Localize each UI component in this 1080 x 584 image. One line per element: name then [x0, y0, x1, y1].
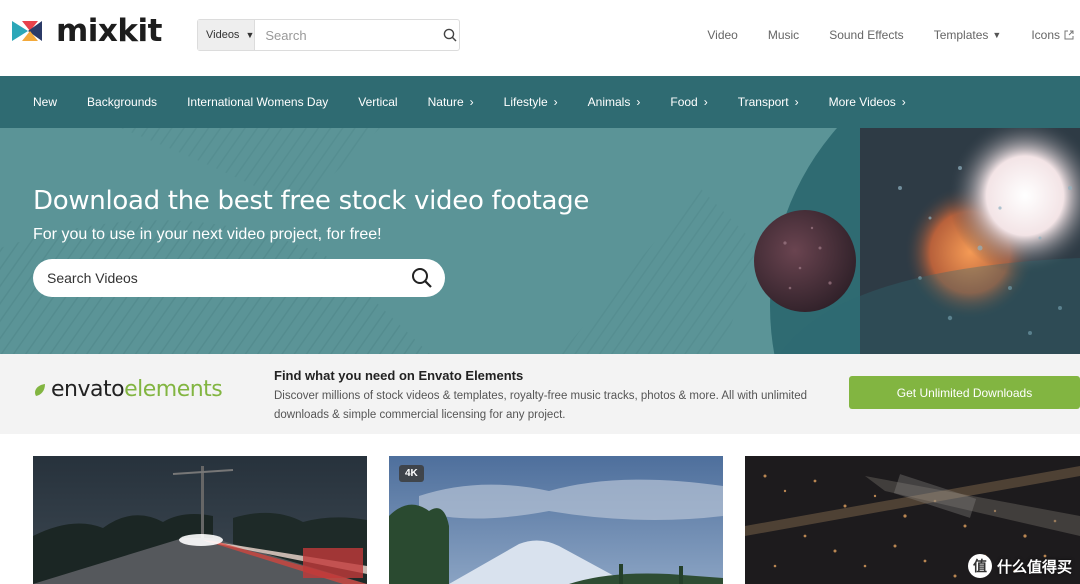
search-category-label: Videos [206, 29, 240, 41]
mixkit-logo[interactable]: mixkit [12, 13, 162, 49]
category-label: Animals [587, 95, 631, 109]
category-nature[interactable]: Nature › [428, 95, 474, 109]
envato-heading: Find what you need on Envato Elements [274, 368, 524, 383]
envato-promo: envato elements Find what you need on Env… [0, 354, 1080, 434]
category-lifestyle[interactable]: Lifestyle › [504, 95, 558, 109]
watermark-text: 什么值得买 [996, 558, 1072, 576]
category-label: Food [670, 95, 698, 109]
chevron-right-icon: › [703, 95, 708, 109]
category-label: Lifestyle [503, 95, 548, 109]
category-animals[interactable]: Animals › [588, 95, 641, 109]
envato-leaf-icon [35, 383, 45, 396]
logo-mark-icon [12, 21, 42, 41]
video-grid: 4K 值 什么值得买 [0, 434, 1080, 584]
envato-logo-part1: envato [51, 377, 125, 402]
topnav-label: Video [707, 28, 738, 42]
external-link-icon [1064, 30, 1074, 40]
hero-title: Download the best free stock video foota… [33, 186, 590, 216]
category-more-videos[interactable]: More Videos › [829, 95, 906, 109]
hero-subtitle: For you to use in your next video projec… [33, 226, 382, 243]
get-unlimited-downloads-button[interactable]: Get Unlimited Downloads [849, 376, 1080, 409]
topnav-music[interactable]: Music [768, 28, 799, 42]
search-input[interactable] [255, 20, 442, 50]
category-label: Nature [427, 95, 464, 109]
hero-banner: Download the best free stock video foota… [0, 128, 1080, 354]
category-vertical[interactable]: Vertical [358, 95, 397, 109]
site-header: mixkit Videos ▼ Video Music Sound Effect… [0, 0, 1080, 76]
topnav-sound-effects[interactable]: Sound Effects [829, 28, 904, 42]
category-nav: New Backgrounds International Womens Day… [0, 76, 1080, 128]
4k-badge: 4K [399, 465, 424, 482]
category-international-womens-day[interactable]: International Womens Day [187, 95, 328, 109]
topnav-icons[interactable]: Icons [1031, 28, 1074, 42]
logo-text: mixkit [56, 13, 162, 49]
topnav-templates[interactable]: Templates ▼ [934, 28, 1002, 42]
category-label: Transport [737, 95, 789, 109]
category-label: More Videos [828, 95, 896, 109]
topnav-label: Icons [1031, 28, 1060, 42]
chevron-right-icon: › [901, 95, 906, 109]
envato-logo-part2: elements [124, 377, 223, 402]
video-card[interactable]: 4K [389, 456, 723, 584]
chevron-right-icon: › [636, 95, 641, 109]
envato-description: Discover millions of stock videos & temp… [274, 390, 808, 421]
topnav-video[interactable]: Video [707, 28, 737, 42]
search-icon [443, 28, 457, 42]
search-category-select[interactable]: Videos ▼ [198, 20, 256, 50]
caret-down-icon: ▼ [992, 30, 1002, 40]
chevron-right-icon: › [794, 95, 799, 109]
video-thumbnail [389, 456, 723, 584]
header-search: Videos ▼ [197, 19, 460, 51]
search-icon[interactable] [411, 267, 433, 289]
category-label: International Womens Day [187, 95, 329, 109]
category-label: New [33, 95, 58, 109]
envato-elements-logo[interactable]: envato elements [33, 377, 223, 402]
video-thumbnail [33, 456, 367, 584]
category-label: Vertical [358, 95, 398, 109]
category-new[interactable]: New [33, 95, 57, 109]
watermark-logo-icon: 值 [967, 554, 992, 578]
topnav-label: Sound Effects [829, 28, 904, 42]
hero-search-input[interactable] [47, 270, 411, 286]
video-card[interactable] [33, 456, 367, 584]
category-food[interactable]: Food › [670, 95, 707, 109]
chevron-right-icon: › [469, 95, 474, 109]
video-card[interactable]: 值 什么值得买 [745, 456, 1080, 584]
topnav-label: Music [767, 28, 800, 42]
category-backgrounds[interactable]: Backgrounds [87, 95, 157, 109]
chevron-right-icon: › [553, 95, 558, 109]
category-label: Backgrounds [87, 95, 158, 109]
top-nav: Video Music Sound Effects Templates ▼ Ico… [677, 28, 1074, 42]
category-transport[interactable]: Transport › [738, 95, 799, 109]
hero-search-box [33, 259, 445, 297]
caret-down-icon: ▼ [245, 30, 255, 40]
topnav-label: Templates [933, 28, 989, 42]
search-button[interactable] [441, 20, 459, 50]
site-watermark: 值 什么值得买 [967, 554, 1072, 578]
